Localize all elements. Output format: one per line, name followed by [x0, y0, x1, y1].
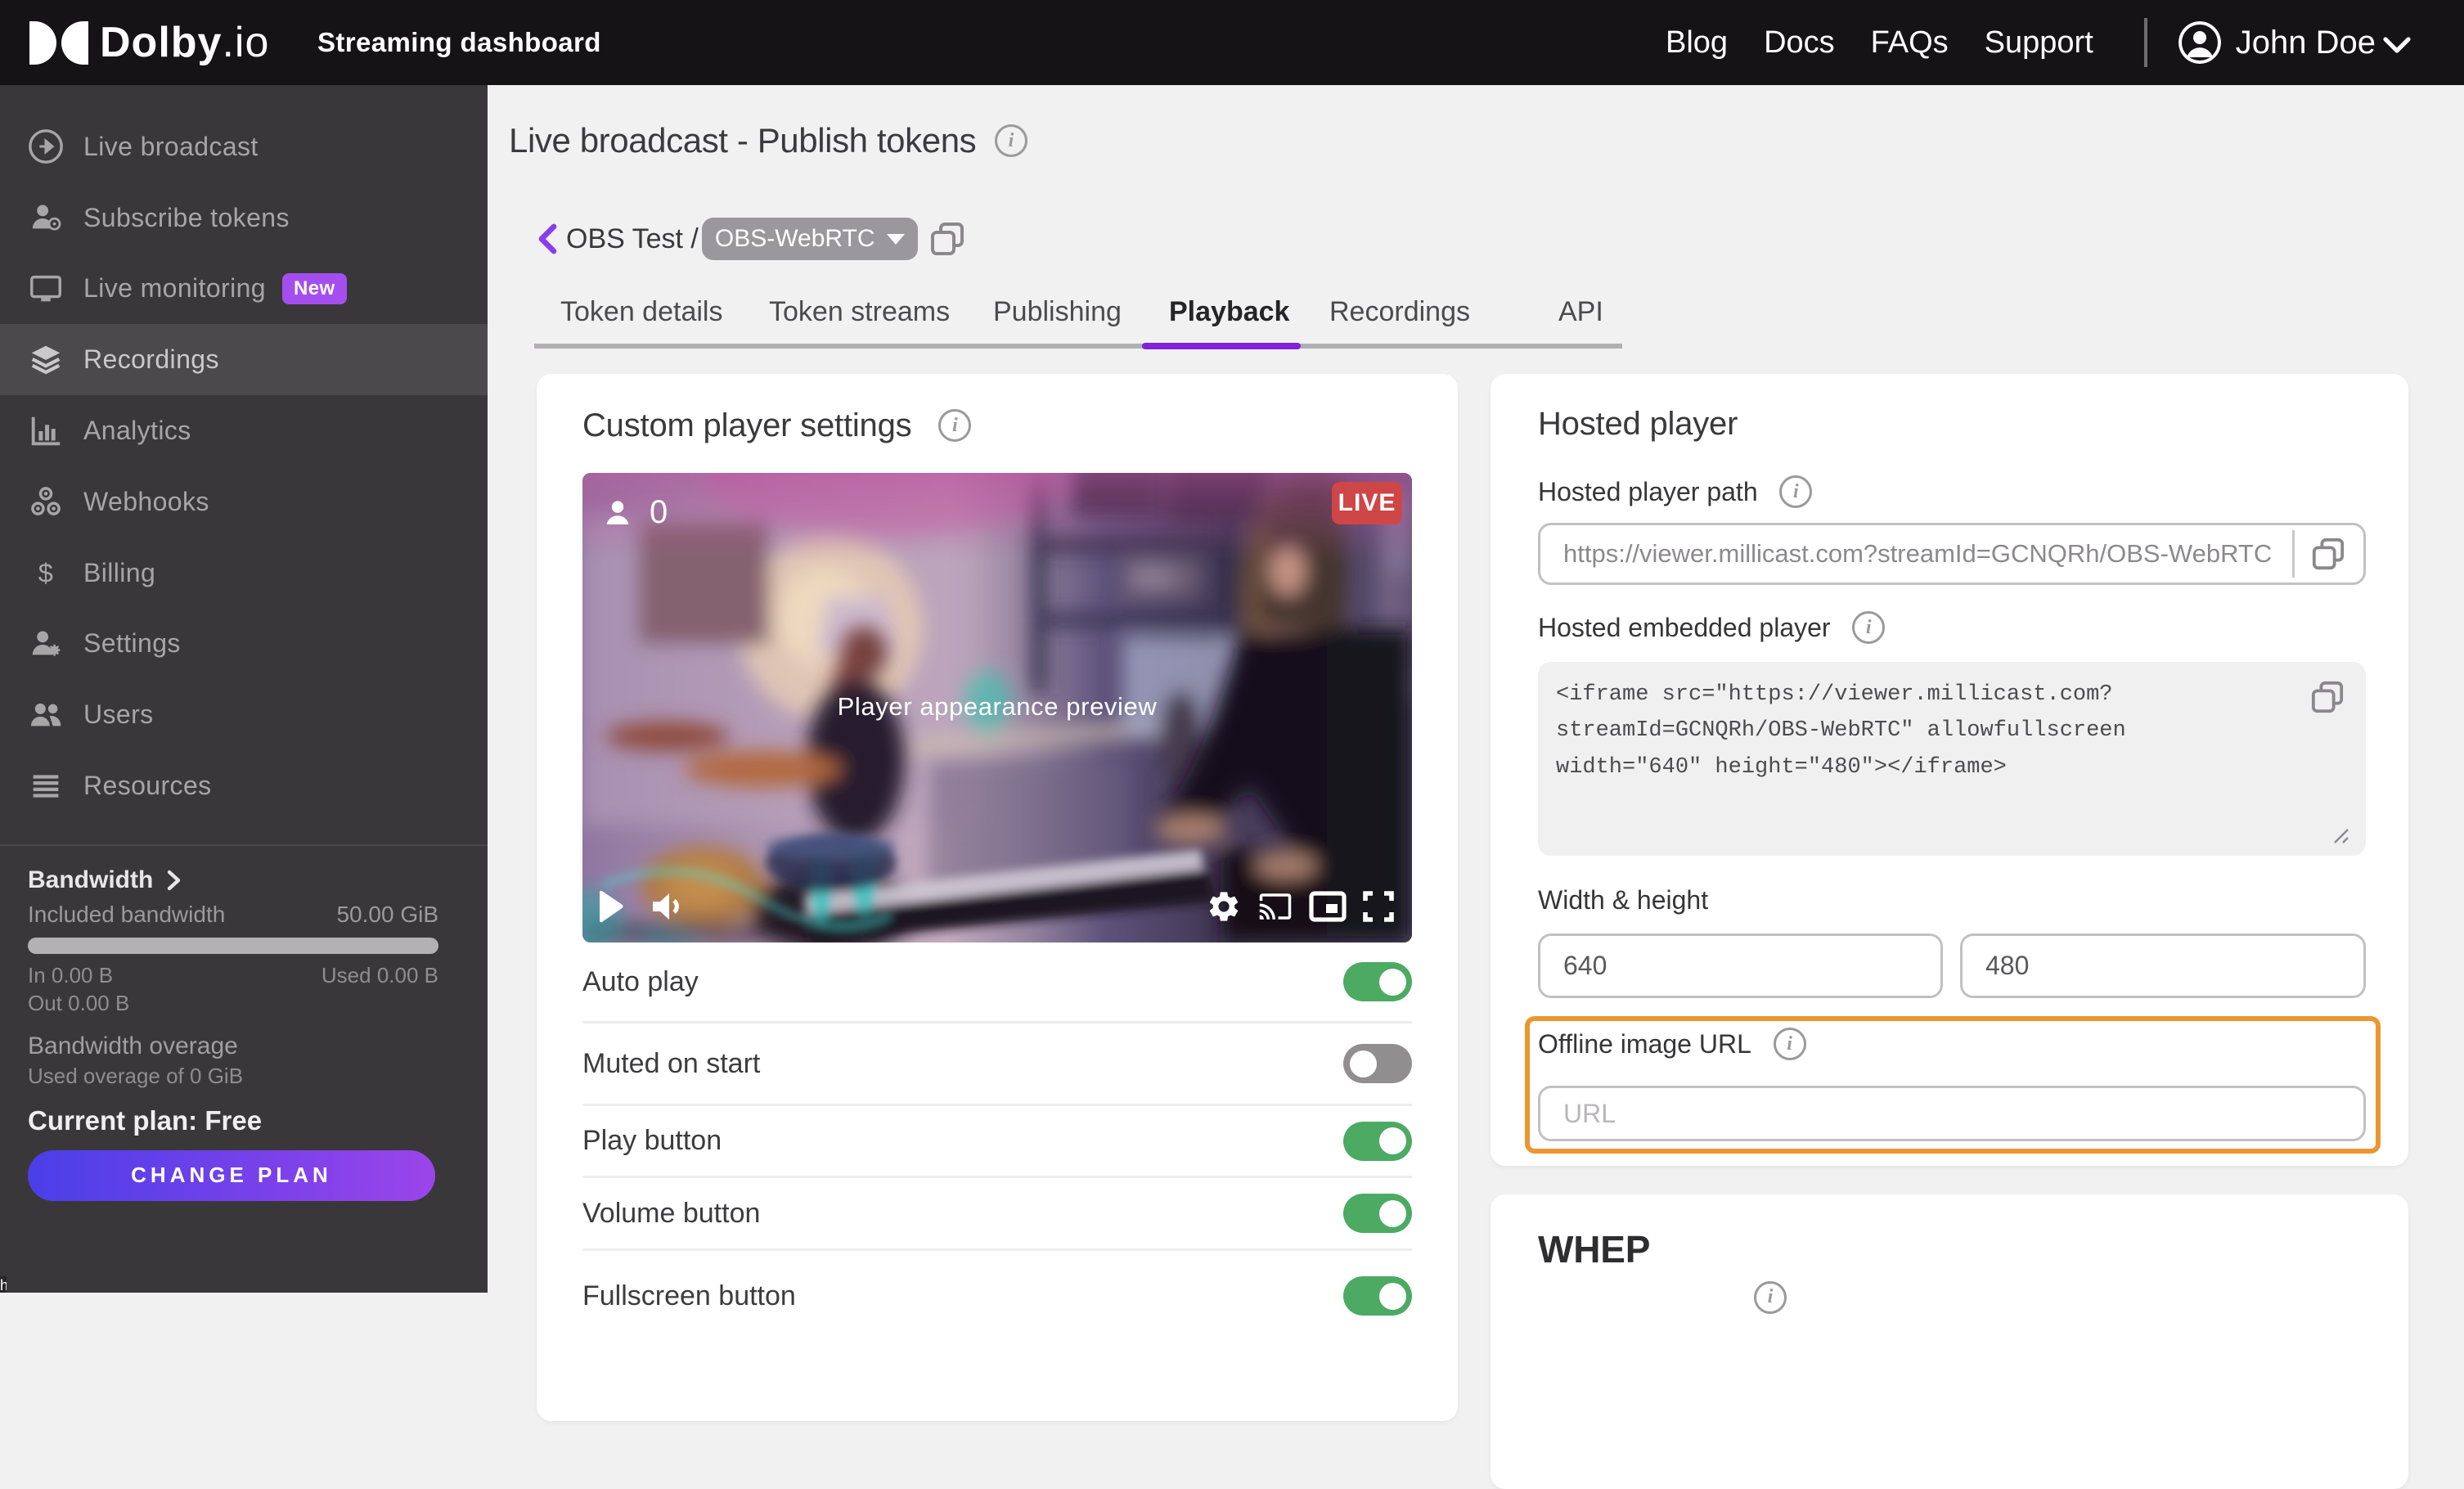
svg-text:$: $: [38, 559, 54, 588]
